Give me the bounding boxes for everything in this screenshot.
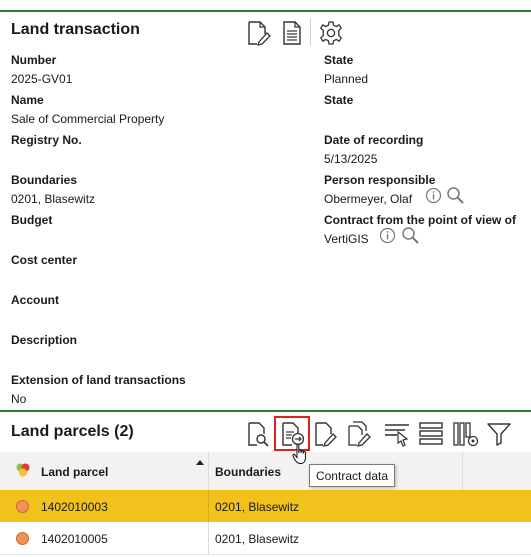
extension-value: No xyxy=(11,392,27,406)
copy-edit-icon[interactable] xyxy=(347,421,373,447)
state2-label: State xyxy=(324,93,354,107)
document-icon[interactable] xyxy=(281,20,303,46)
preview-icon[interactable] xyxy=(246,421,270,447)
sort-asc-icon[interactable] xyxy=(195,459,205,465)
toolbar-separator xyxy=(310,18,311,46)
info-icon[interactable] xyxy=(379,227,396,244)
extension-label: Extension of land transactions xyxy=(11,373,186,387)
section-divider xyxy=(0,410,531,412)
cost-center-label: Cost center xyxy=(11,253,78,267)
column-separator xyxy=(208,522,209,554)
name-value: Sale of Commercial Property xyxy=(11,112,165,126)
name-label: Name xyxy=(11,93,44,107)
number-label: Number xyxy=(11,53,57,67)
edit-icon[interactable] xyxy=(313,421,339,447)
account-label: Account xyxy=(11,293,59,307)
date-of-recording-label: Date of recording xyxy=(324,133,424,147)
list-icon[interactable] xyxy=(418,421,444,447)
column-separator xyxy=(208,452,209,490)
select-icon[interactable] xyxy=(383,421,411,447)
edit-document-icon[interactable] xyxy=(245,20,271,46)
column-separator xyxy=(208,490,209,522)
state-label: State xyxy=(324,53,354,67)
gear-icon[interactable] xyxy=(318,20,344,46)
layers-icon xyxy=(15,462,31,478)
table-row[interactable]: 1402010003 0201, Blasewitz xyxy=(0,490,531,522)
description-label: Description xyxy=(11,333,78,347)
search-icon[interactable] xyxy=(446,186,465,205)
info-icon[interactable] xyxy=(425,187,442,204)
land-parcel-cell: 1402010005 xyxy=(41,532,108,546)
parcel-status-dot xyxy=(16,532,29,545)
filter-icon[interactable] xyxy=(486,421,512,447)
boundaries-label: Boundaries xyxy=(11,173,78,187)
state-value: Planned xyxy=(324,72,369,86)
contract-data-tooltip: Contract data xyxy=(309,464,395,487)
person-responsible-value: Obermeyer, Olaf xyxy=(324,192,413,206)
number-value: 2025-GV01 xyxy=(11,72,73,86)
parcel-status-dot xyxy=(16,500,29,513)
date-of-recording-value: 5/13/2025 xyxy=(324,152,378,166)
registry-label: Registry No. xyxy=(11,133,82,147)
boundaries-cell: 0201, Blasewitz xyxy=(215,500,300,514)
budget-label: Budget xyxy=(11,213,53,227)
column-header-land-parcel[interactable]: Land parcel xyxy=(41,465,108,479)
section-title-land-transaction: Land transaction xyxy=(11,21,140,38)
person-responsible-label: Person responsible xyxy=(324,173,436,187)
pointer-cursor-icon xyxy=(292,443,310,465)
boundaries-value: 0201, Blasewitz xyxy=(11,192,96,206)
contract-pov-label: Contract from the point of view of xyxy=(324,213,516,227)
section-title-land-parcels: Land parcels (2) xyxy=(11,423,134,440)
column-settings-icon[interactable] xyxy=(452,421,480,447)
top-accent-line xyxy=(0,10,531,12)
contract-pov-value: VertiGIS xyxy=(324,232,369,246)
column-header-boundaries[interactable]: Boundaries xyxy=(215,465,281,479)
column-separator xyxy=(462,452,463,490)
boundaries-cell: 0201, Blasewitz xyxy=(215,532,300,546)
search-icon[interactable] xyxy=(401,226,420,245)
table-row[interactable]: 1402010005 0201, Blasewitz xyxy=(0,522,531,555)
land-parcel-cell: 1402010003 xyxy=(41,500,108,514)
